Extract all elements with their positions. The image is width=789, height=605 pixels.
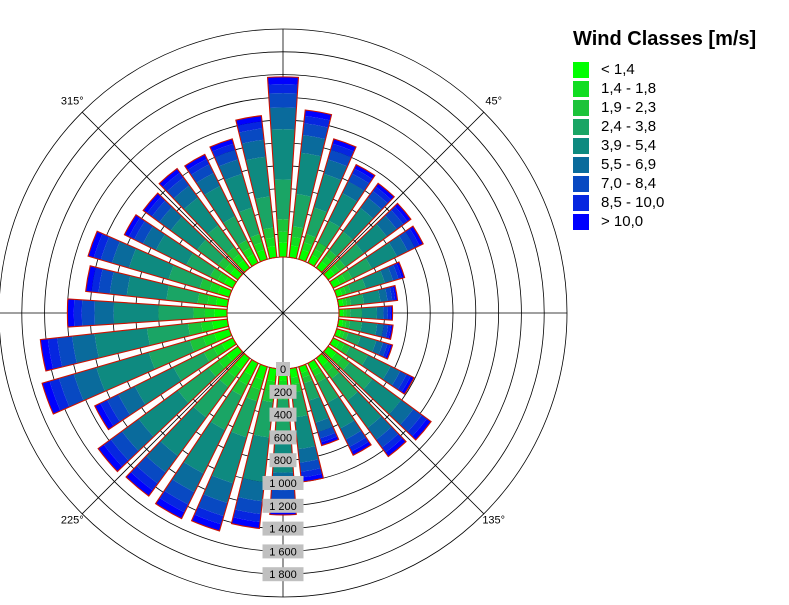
- wind-sectors: [39, 76, 432, 532]
- legend-label: 7,0 - 8,4: [601, 175, 657, 192]
- legend-item: > 10,0: [573, 212, 756, 231]
- sector-segment: [94, 300, 115, 326]
- legend-swatch: [573, 156, 589, 173]
- radial-tick-label: 1 400: [269, 524, 297, 536]
- sector-segment: [81, 299, 95, 327]
- sector-segment: [346, 308, 351, 318]
- radial-tick-label: 1 600: [269, 546, 297, 558]
- sector-90: [338, 305, 394, 321]
- radial-tick-label: 1 800: [269, 569, 297, 581]
- legend-label: 5,5 - 6,9: [601, 156, 657, 173]
- radial-tick-label: 1 200: [269, 501, 297, 513]
- sector-segment: [270, 129, 296, 180]
- legend-label: 1,9 - 2,3: [601, 99, 657, 116]
- sector-segment: [67, 298, 75, 328]
- legend-label: > 10,0: [601, 213, 644, 230]
- legend-swatch: [573, 61, 589, 78]
- sector-segment: [361, 306, 378, 320]
- legend-swatch: [573, 137, 589, 154]
- legend-items: < 1,4 1,4 - 1,8 1,9 - 2,3 2,4 - 3,8 3,9 - 5,…: [573, 60, 756, 231]
- sector-segment: [278, 242, 288, 258]
- legend-swatch: [573, 80, 589, 97]
- sector-segment: [204, 307, 215, 319]
- radial-tick-label: 200: [274, 387, 292, 399]
- legend-swatch: [573, 99, 589, 116]
- sector-segment: [73, 299, 83, 327]
- legend-item: 7,0 - 8,4: [573, 174, 756, 193]
- sector-segment: [376, 306, 384, 320]
- sector-segment: [276, 219, 290, 232]
- sector-segment: [267, 76, 299, 85]
- sector-segment: [350, 307, 363, 319]
- legend-item: 1,4 - 1,8: [573, 79, 756, 98]
- sector-segment: [113, 301, 159, 325]
- legend-item: 3,9 - 5,4: [573, 136, 756, 155]
- sector-segment: [277, 231, 289, 243]
- radial-tick-label: 400: [274, 410, 292, 422]
- legend-label: 2,4 - 3,8: [601, 118, 657, 135]
- legend-label: 1,4 - 1,8: [601, 80, 657, 97]
- radial-tick-label: 1 000: [269, 478, 297, 490]
- legend-label: 8,5 - 10,0: [601, 194, 665, 211]
- radial-tick-label: 600: [274, 432, 292, 444]
- legend-item: 5,5 - 6,9: [573, 155, 756, 174]
- sector-segment: [269, 107, 297, 130]
- radial-tick-label: 0: [280, 364, 286, 376]
- direction-label: 315°: [61, 95, 84, 107]
- direction-label: 135°: [482, 515, 505, 527]
- legend: Wind Classes [m/s] < 1,4 1,4 - 1,8 1,9 - 2…: [573, 28, 756, 231]
- legend-swatch: [573, 194, 589, 211]
- radial-tick-label: 800: [274, 455, 292, 467]
- direction-label: 45°: [485, 95, 502, 107]
- legend-item: 1,9 - 2,3: [573, 98, 756, 117]
- legend-item: 8,5 - 10,0: [573, 193, 756, 212]
- sector-segment: [383, 306, 388, 320]
- legend-swatch: [573, 175, 589, 192]
- sector-segment: [214, 308, 228, 318]
- legend-item: < 1,4: [573, 60, 756, 79]
- legend-swatch: [573, 118, 589, 135]
- sector-segment: [268, 93, 298, 108]
- legend-label: < 1,4: [601, 61, 635, 78]
- legend-label: 3,9 - 5,4: [601, 137, 657, 154]
- legend-swatch: [573, 213, 589, 230]
- sector-segment: [268, 84, 298, 94]
- legend-item: 2,4 - 3,8: [573, 117, 756, 136]
- sector-segment: [387, 305, 391, 321]
- sector-segment: [343, 308, 347, 318]
- sector-segment: [193, 307, 205, 319]
- direction-label: 225°: [61, 515, 84, 527]
- legend-title: Wind Classes [m/s]: [573, 28, 757, 50]
